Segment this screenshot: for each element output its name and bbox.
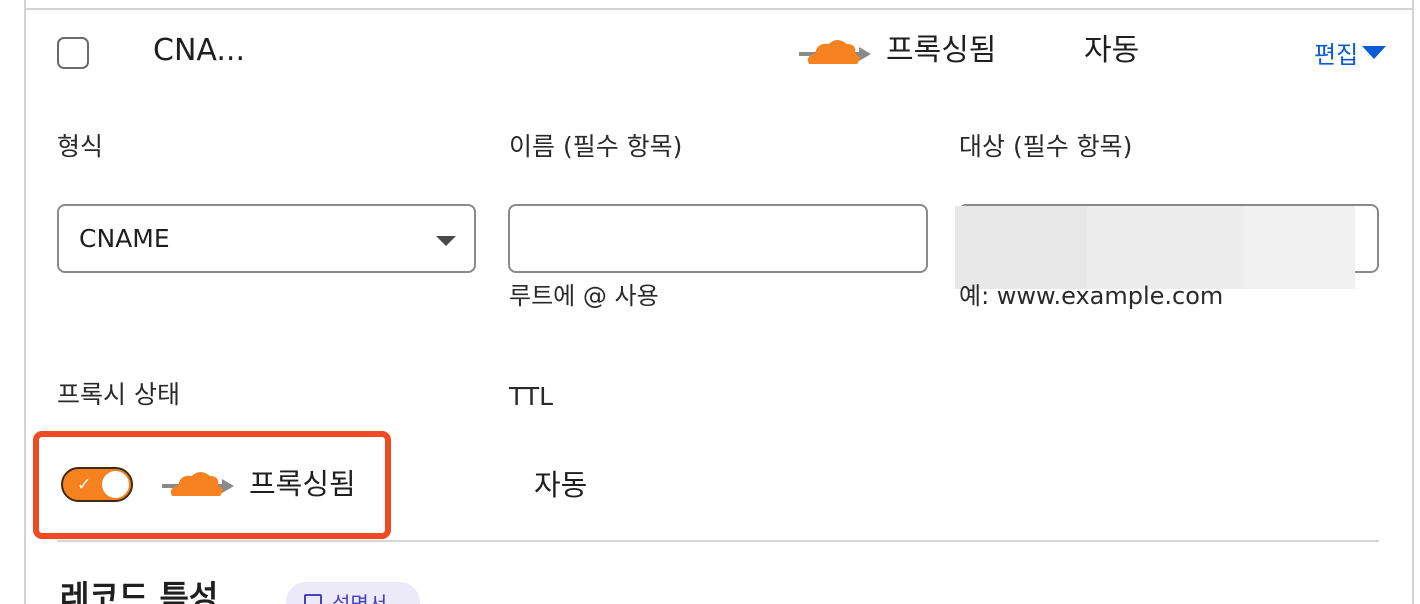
type-select-value: CNAME <box>79 224 170 253</box>
section-divider <box>57 540 1379 542</box>
proxy-toggle[interactable]: ✓ <box>61 467 133 502</box>
type-label: 형식 <box>57 132 104 161</box>
dropdown-caret-icon <box>436 236 456 246</box>
record-proxy-status: 프록싱됨 <box>886 33 997 68</box>
name-input[interactable] <box>510 206 926 271</box>
name-hint: 루트에 @ 사용 <box>509 282 659 310</box>
record-ttl: 자동 <box>1084 33 1140 68</box>
record-name: CNA... <box>153 33 245 68</box>
type-select[interactable]: CNAME <box>57 204 476 273</box>
ttl-label: TTL <box>509 382 554 411</box>
edit-label: 편집 <box>1314 40 1359 69</box>
target-label: 대상 (필수 항목) <box>959 132 1133 161</box>
panel-top-border <box>24 8 1414 10</box>
chevron-down-icon <box>1362 45 1387 59</box>
proxy-status-label: 프록시 상태 <box>57 380 180 409</box>
record-select-checkbox[interactable] <box>57 37 89 69</box>
name-field[interactable] <box>508 204 928 273</box>
name-label: 이름 (필수 항목) <box>509 132 683 161</box>
cloud-proxy-icon <box>162 472 234 496</box>
documentation-link[interactable]: 설명서 <box>286 582 420 604</box>
documentation-label: 설명서 <box>332 591 388 604</box>
ttl-value: 자동 <box>534 468 588 502</box>
check-icon: ✓ <box>77 475 92 495</box>
target-hint: 예: www.example.com <box>959 282 1224 310</box>
cloud-proxy-icon <box>799 40 871 64</box>
book-icon <box>304 594 322 604</box>
redacted-area <box>955 206 1355 289</box>
proxy-status-value: 프록싱됨 <box>249 467 356 501</box>
record-attributes-heading: 레코드 특성 <box>60 578 219 604</box>
edit-button[interactable]: 편집 <box>1314 34 1387 70</box>
toggle-knob <box>102 471 129 498</box>
